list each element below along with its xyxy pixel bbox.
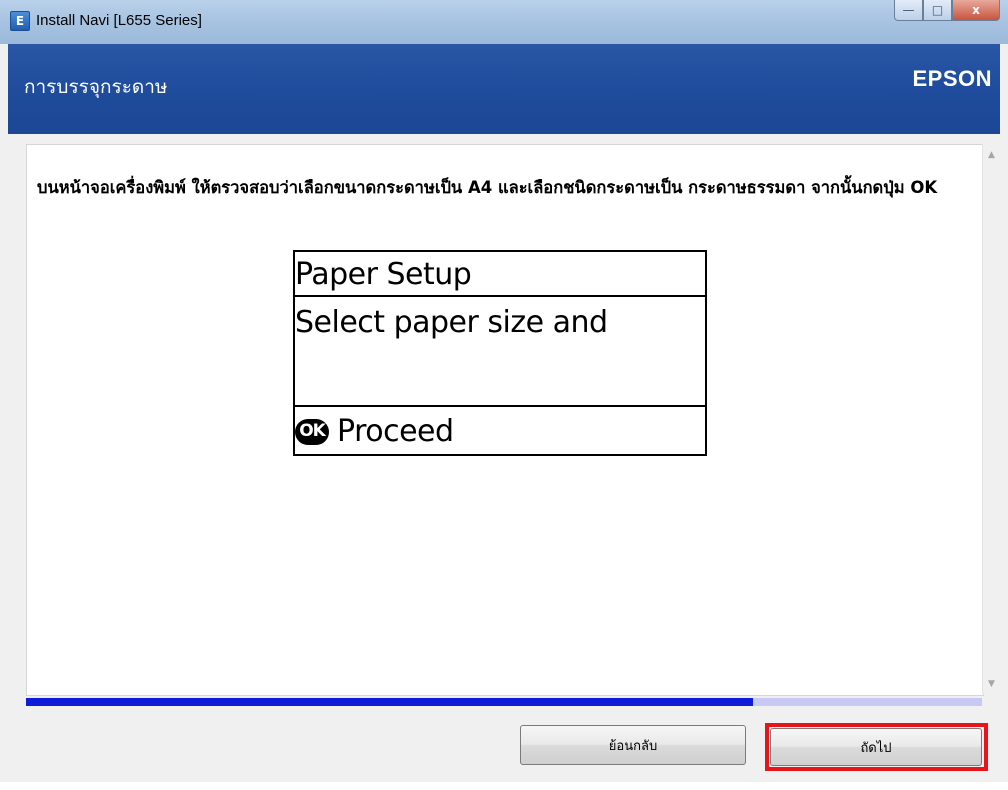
scroll-up-arrow-icon[interactable]: ▲	[983, 146, 1000, 163]
lcd-line-title: Paper Setup	[295, 252, 705, 297]
close-button[interactable]: x	[952, 0, 1000, 21]
install-progress-bar	[26, 698, 982, 706]
installer-window: E Install Navi [L655 Series] — □ x การบร…	[0, 0, 1008, 790]
progress-fill	[26, 698, 753, 706]
content-panel: บนหน้าจอเครื่องพิมพ์ ให้ตรวจสอบว่าเลือกข…	[26, 144, 984, 696]
back-button[interactable]: ย้อนกลับ	[520, 725, 746, 765]
epson-logo: EPSON	[912, 66, 992, 91]
scroll-down-arrow-icon[interactable]: ▼	[983, 675, 1000, 692]
lcd-line-message: Select paper size and	[295, 297, 705, 407]
epson-app-icon: E	[10, 11, 30, 31]
instruction-text: บนหน้าจอเครื่องพิมพ์ ให้ตรวจสอบว่าเลือกข…	[37, 178, 938, 197]
lcd-proceed-label: Proceed	[337, 414, 454, 449]
lcd-line-action: OK Proceed	[295, 409, 705, 454]
header-band: การบรรจุกระดาษ EPSON	[8, 44, 1000, 134]
window-controls: — □ x	[894, 0, 1000, 24]
vertical-scrollbar[interactable]: ▲ ▼	[982, 144, 1000, 694]
next-button-highlight	[765, 723, 988, 771]
ok-button-icon: OK	[295, 418, 329, 445]
page-title: การบรรจุกระดาษ	[24, 76, 168, 98]
minimize-button[interactable]: —	[894, 0, 923, 21]
title-bar: E Install Navi [L655 Series] — □ x	[0, 0, 1008, 44]
window-title: Install Navi [L655 Series]	[36, 12, 202, 29]
maximize-button[interactable]: □	[923, 0, 952, 21]
window-bottom-edge	[0, 782, 1008, 790]
printer-lcd-illustration: Paper Setup Select paper size and OK Pro…	[293, 250, 707, 456]
